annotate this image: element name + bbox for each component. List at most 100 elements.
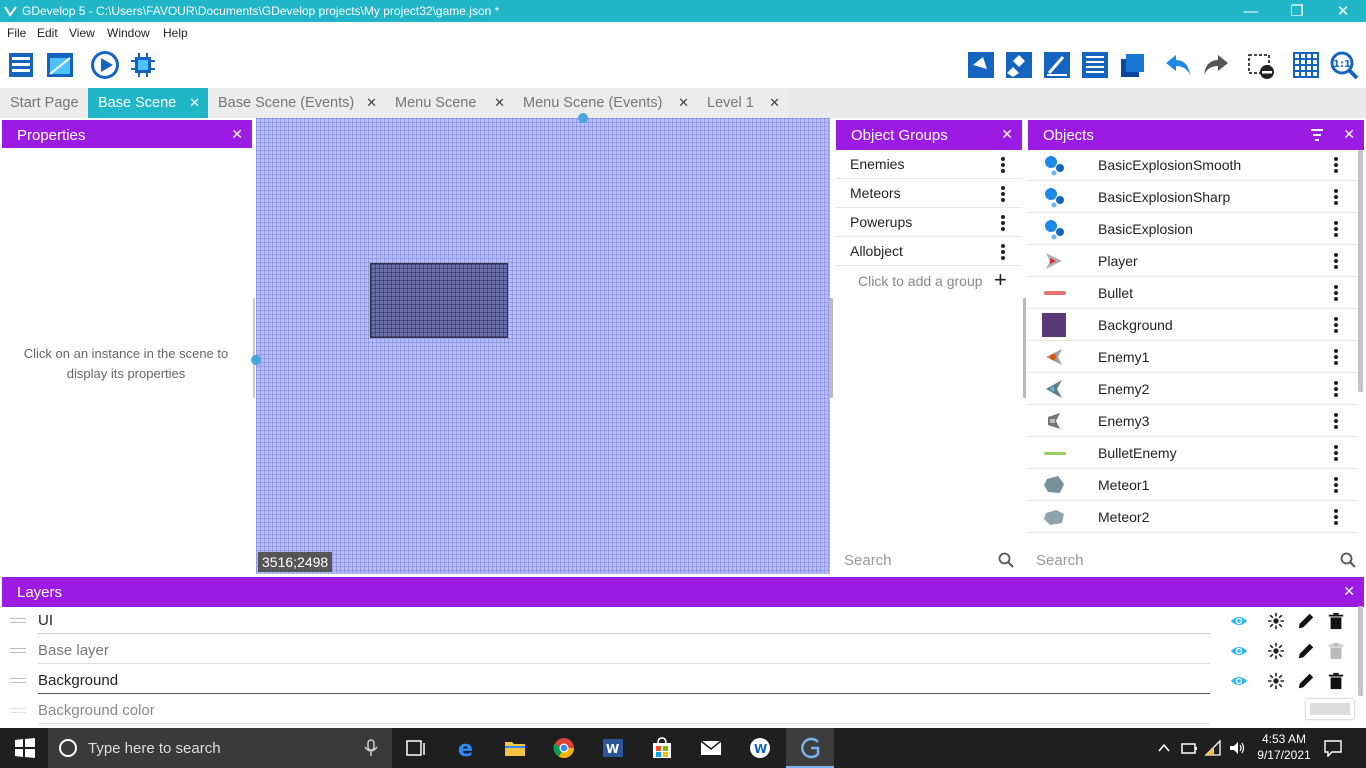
object-item[interactable]: Enemy2 (1028, 373, 1358, 405)
add-icon[interactable]: + (994, 267, 1007, 293)
gdevelop-taskbar-button[interactable] (786, 728, 834, 768)
more-options-icon[interactable] (1001, 244, 1005, 260)
instances-list-icon[interactable] (1079, 49, 1111, 81)
more-options-icon[interactable] (1001, 186, 1005, 202)
battery-icon[interactable] (1180, 740, 1198, 756)
scrollbar[interactable] (1358, 150, 1363, 392)
project-manager-icon[interactable] (6, 49, 38, 81)
more-options-icon[interactable] (1334, 445, 1338, 461)
scene-canvas[interactable]: 3516;2498 (251, 113, 830, 574)
group-item[interactable]: Powerups (836, 208, 1022, 237)
layer-row[interactable]: Background (0, 666, 1360, 696)
object-item[interactable]: BasicExplosionSharp (1028, 181, 1358, 213)
lighting-icon[interactable] (1267, 612, 1285, 630)
object-item[interactable]: Meteor2 (1028, 501, 1358, 533)
menu-help[interactable]: Help (163, 26, 188, 40)
scene-instance[interactable] (370, 263, 508, 338)
clock[interactable]: 4:53 AM 9/17/2021 (1252, 731, 1316, 763)
object-item[interactable]: BasicExplosion (1028, 213, 1358, 245)
object-item[interactable]: Meteor1 (1028, 469, 1358, 501)
layers-icon[interactable] (1117, 49, 1149, 81)
close-tab-icon[interactable]: ✕ (189, 95, 200, 111)
more-options-icon[interactable] (1334, 477, 1338, 493)
minimize-button[interactable]: — (1228, 0, 1274, 22)
close-icon[interactable]: ✕ (1343, 583, 1355, 600)
object-item[interactable]: Enemy3 (1028, 405, 1358, 437)
add-group-button[interactable]: Click to add a group (858, 273, 983, 289)
close-tab-icon[interactable]: ✕ (769, 95, 780, 111)
tab-level-1[interactable]: Level 1 ✕ (697, 88, 788, 118)
close-icon[interactable]: ✕ (1343, 126, 1355, 143)
notifications-icon[interactable] (1323, 739, 1343, 757)
menu-file[interactable]: File (7, 26, 26, 40)
more-options-icon[interactable] (1334, 317, 1338, 333)
zoom-reset-icon[interactable]: 1:1 (1328, 49, 1360, 81)
object-item[interactable]: BasicExplosionSmooth (1028, 149, 1358, 181)
volume-icon[interactable] (1228, 739, 1246, 757)
more-options-icon[interactable] (1334, 285, 1338, 301)
lighting-icon[interactable] (1267, 642, 1285, 660)
filter-icon[interactable] (1310, 129, 1324, 141)
delete-trash-icon[interactable] (1327, 672, 1345, 690)
more-options-icon[interactable] (1334, 381, 1338, 397)
more-options-icon[interactable] (1334, 509, 1338, 525)
group-item[interactable]: Allobject (836, 237, 1022, 266)
color-swatch-button[interactable] (1306, 699, 1354, 719)
wifi-icon[interactable] (1204, 739, 1222, 757)
delete-trash-icon[interactable] (1327, 612, 1345, 630)
resize-handle[interactable] (1023, 298, 1026, 398)
edit-pencil-icon[interactable] (1297, 612, 1315, 630)
layer-name[interactable]: Base layer (38, 642, 109, 659)
file-explorer-icon[interactable] (503, 736, 527, 760)
object-item[interactable]: Bullet (1028, 277, 1358, 309)
visibility-eye-icon[interactable] (1230, 642, 1248, 660)
more-options-icon[interactable] (1334, 157, 1338, 173)
close-window-button[interactable]: ✕ (1320, 0, 1366, 22)
undo-icon[interactable] (1162, 49, 1194, 81)
microphone-icon[interactable] (364, 739, 378, 757)
store-icon[interactable] (650, 736, 674, 760)
tab-base-scene-events[interactable]: Base Scene (Events) ✕ (208, 88, 385, 118)
layer-row[interactable]: UI (0, 606, 1360, 636)
word-icon[interactable]: W (601, 736, 625, 760)
windows-start-icon[interactable] (13, 736, 37, 760)
grid-icon[interactable] (1290, 49, 1322, 81)
close-tab-icon[interactable]: ✕ (366, 95, 377, 111)
close-tab-icon[interactable]: ✕ (678, 95, 689, 111)
resize-handle[interactable] (253, 298, 255, 398)
menu-view[interactable]: View (69, 26, 95, 40)
object-item[interactable]: Enemy1 (1028, 341, 1358, 373)
object-item[interactable]: Player (1028, 245, 1358, 277)
groups-search-input[interactable]: Search (836, 546, 1022, 574)
object-groups-icon[interactable] (1003, 49, 1035, 81)
redo-icon[interactable] (1200, 49, 1232, 81)
more-options-icon[interactable] (1334, 189, 1338, 205)
drag-handle-icon[interactable] (10, 678, 26, 683)
more-options-icon[interactable] (1001, 157, 1005, 173)
menu-edit[interactable]: Edit (37, 26, 58, 40)
menu-window[interactable]: Window (107, 26, 150, 40)
object-item[interactable]: Background (1028, 309, 1358, 341)
app-icon[interactable]: W (748, 736, 772, 760)
visibility-eye-icon[interactable] (1230, 612, 1248, 630)
layer-name[interactable]: Background (38, 672, 118, 689)
edit-pencil-icon[interactable] (1297, 642, 1315, 660)
tab-menu-scene[interactable]: Menu Scene ✕ (385, 88, 513, 118)
resize-handle[interactable] (830, 298, 833, 398)
more-options-icon[interactable] (1334, 349, 1338, 365)
drag-handle-icon[interactable] (10, 648, 26, 653)
lighting-icon[interactable] (1267, 672, 1285, 690)
objects-search-input[interactable]: Search (1028, 546, 1364, 574)
object-item[interactable]: BulletEnemy (1028, 437, 1358, 469)
tab-base-scene[interactable]: Base Scene ✕ (88, 88, 208, 118)
open-objects-icon[interactable] (965, 49, 997, 81)
chevron-up-icon[interactable] (1157, 741, 1171, 755)
more-options-icon[interactable] (1334, 413, 1338, 429)
task-view-icon[interactable] (404, 736, 428, 760)
taskbar-search-box[interactable]: Type here to search (48, 728, 392, 768)
scrollbar[interactable] (1358, 606, 1363, 696)
edge-browser-icon[interactable]: e (455, 736, 479, 760)
more-options-icon[interactable] (1334, 253, 1338, 269)
tab-menu-scene-events[interactable]: Menu Scene (Events) ✕ (513, 88, 697, 118)
mail-icon[interactable] (699, 736, 723, 760)
